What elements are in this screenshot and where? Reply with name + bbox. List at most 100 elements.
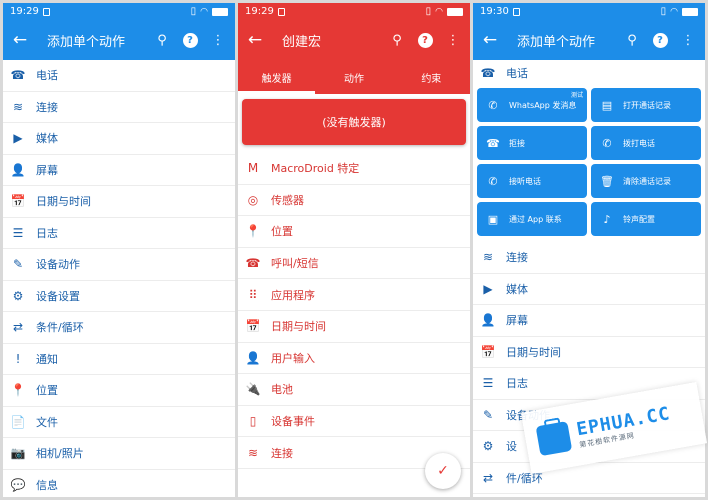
action-tile[interactable]: ☎ 拒接 (477, 126, 587, 160)
help-icon[interactable]: ? (179, 32, 201, 48)
list-item[interactable]: ⚙ 设备设置 (3, 281, 235, 312)
list-item-label: 连接 (506, 251, 528, 265)
list-item[interactable]: 📅 日期与时间 (238, 311, 470, 343)
list-item[interactable]: 🔌 电池 (238, 374, 470, 406)
confirm-fab[interactable]: ✓ (425, 453, 461, 489)
tab-bar: 触发器 动作 约束 (238, 60, 470, 94)
action-tile-label: WhatsApp 发消息 (509, 100, 577, 110)
list-item[interactable]: ◎ 传感器 (238, 185, 470, 217)
list-item[interactable]: 👤 屏幕 (3, 155, 235, 186)
list-item[interactable]: ☰ 日志 (3, 218, 235, 249)
list-item[interactable]: 💬 信息 (3, 470, 235, 498)
more-menu-icon[interactable]: ⋮ (442, 33, 464, 48)
action-tile[interactable]: ▤ 打开通话记录 (591, 88, 701, 122)
list-item-label: 设 (506, 440, 517, 454)
back-arrow-icon[interactable]: ← (475, 30, 505, 50)
location-icon: 📍 (245, 224, 261, 239)
list-item[interactable]: ⠿ 应用程序 (238, 279, 470, 311)
connectivity-icon: ≋ (12, 99, 24, 114)
list-item-label: 连接 (271, 446, 293, 460)
media-play-icon: ▶ (13, 131, 23, 146)
list-item-label: 日期与时间 (506, 345, 561, 359)
back-arrow-icon[interactable]: ← (5, 30, 35, 50)
person-icon: 👤 (480, 313, 496, 328)
status-time: 19:29 (245, 6, 274, 17)
list-item[interactable]: 📅 日期与时间 (3, 186, 235, 218)
settings-icon: ⚙ (12, 288, 24, 303)
action-tile-label: 接听电话 (509, 176, 541, 186)
help-icon[interactable]: ? (414, 32, 436, 48)
message-icon: 💬 (10, 477, 26, 492)
list-item[interactable]: ⇄ 件/循环 (473, 463, 705, 494)
list-item-label: 用户输入 (271, 351, 315, 365)
list-item[interactable]: 📍 位置 (3, 375, 235, 407)
more-menu-icon[interactable]: ⋮ (677, 33, 699, 48)
list-item[interactable]: ≋ 连接 (3, 92, 235, 123)
list-item[interactable]: 📍 位置 (238, 216, 470, 248)
list-item-label: 媒体 (36, 132, 58, 146)
more-menu-icon[interactable]: ⋮ (207, 33, 229, 48)
list-item[interactable]: ▶ 媒体 (3, 123, 235, 155)
action-tile[interactable]: ▣ 通过 App 联系 (477, 202, 587, 236)
list-item-label: 日志 (506, 377, 528, 391)
list-icon: ☰ (12, 225, 24, 240)
search-icon[interactable]: ⚲ (621, 33, 643, 48)
search-icon[interactable]: ⚲ (386, 33, 408, 48)
list-item[interactable]: ▯ 设备事件 (238, 406, 470, 438)
list-item[interactable]: 👤 用户输入 (238, 343, 470, 375)
action-tile[interactable]: 🗑 清除通话记录 (591, 164, 701, 198)
list-item[interactable]: M MacroDroid 特定 (238, 153, 470, 185)
action-tile[interactable]: ✆ 拨打电话 (591, 126, 701, 160)
list-item[interactable]: ☎ 电话 (3, 60, 235, 92)
person-icon: 👤 (245, 350, 261, 365)
action-tile[interactable]: ✆ WhatsApp 发消息 测试 (477, 88, 587, 122)
tab-triggers[interactable]: 触发器 (238, 60, 316, 94)
tab-actions[interactable]: 动作 (315, 60, 392, 94)
help-icon[interactable]: ? (649, 32, 671, 48)
wifi-icon: ◠ (200, 6, 208, 17)
battery-icon (447, 7, 463, 16)
vibrate-icon: ▯ (425, 6, 432, 17)
wifi-icon: ◠ (435, 6, 443, 17)
action-tile-label: 拨打电话 (623, 138, 655, 148)
wifi-icon: ◠ (670, 6, 678, 17)
list-item[interactable]: ☎ 呼叫/短信 (238, 248, 470, 280)
list-item[interactable]: ⇄ 条件/循环 (3, 312, 235, 344)
list-item[interactable]: 📄 文件 (3, 407, 235, 438)
status-time: 19:29 (10, 6, 39, 17)
phone-section-header[interactable]: ☎ 电话 (473, 60, 705, 86)
phone-device-icon: ▯ (249, 414, 257, 429)
list-item-label: 设备事件 (271, 415, 315, 429)
status-bar: 19:30 ▯ ◠ (473, 3, 705, 20)
list-item[interactable]: ▶ 媒体 (473, 274, 705, 305)
list-item-label: 屏幕 (506, 314, 528, 328)
app-bar: ← 添加单个动作 ⚲ ? ⋮ (3, 20, 235, 60)
action-tile-label: 铃声配置 (623, 214, 655, 224)
contact-app-icon: ▣ (487, 212, 499, 226)
vibrate-icon: ▯ (190, 6, 197, 17)
list-item-label: 位置 (271, 225, 293, 239)
file-icon: 📄 (10, 414, 26, 429)
list-item-label: 电话 (36, 69, 58, 83)
action-tile[interactable]: ♪ 铃声配置 (591, 202, 701, 236)
action-tile-label: 通过 App 联系 (509, 214, 562, 224)
tab-constraints[interactable]: 约束 (393, 60, 470, 94)
contact-card-icon: ▤ (601, 98, 613, 112)
list-item[interactable]: 📷 相机/照片 (3, 438, 235, 470)
search-icon[interactable]: ⚲ (151, 33, 173, 48)
list-item[interactable]: 👤 屏幕 (473, 305, 705, 337)
list-item[interactable]: 📅 日期与时间 (473, 337, 705, 368)
battery-icon (212, 7, 228, 16)
list-item-label: 应用程序 (271, 288, 315, 302)
action-tile[interactable]: ✆ 接听电话 (477, 164, 587, 198)
list-item[interactable]: ≋ 连接 (473, 242, 705, 274)
phone-icon: ☎ (480, 66, 496, 80)
list-item[interactable]: ✎ 设备动作 (3, 249, 235, 281)
list-item[interactable]: ! 通知 (3, 344, 235, 375)
camera-icon: 📷 (10, 446, 26, 461)
back-arrow-icon[interactable]: ← (240, 30, 270, 50)
trigger-category-list: M MacroDroid 特定 ◎ 传感器 📍 位置 ☎ 呼叫/短信 ⠿ 应用程序 📅 日期与时间 👤 用… (238, 153, 470, 469)
no-trigger-button[interactable]: (没有触发器) (242, 99, 466, 145)
apps-grid-icon: ⠿ (248, 287, 258, 302)
list-item-label: 传感器 (271, 193, 304, 207)
